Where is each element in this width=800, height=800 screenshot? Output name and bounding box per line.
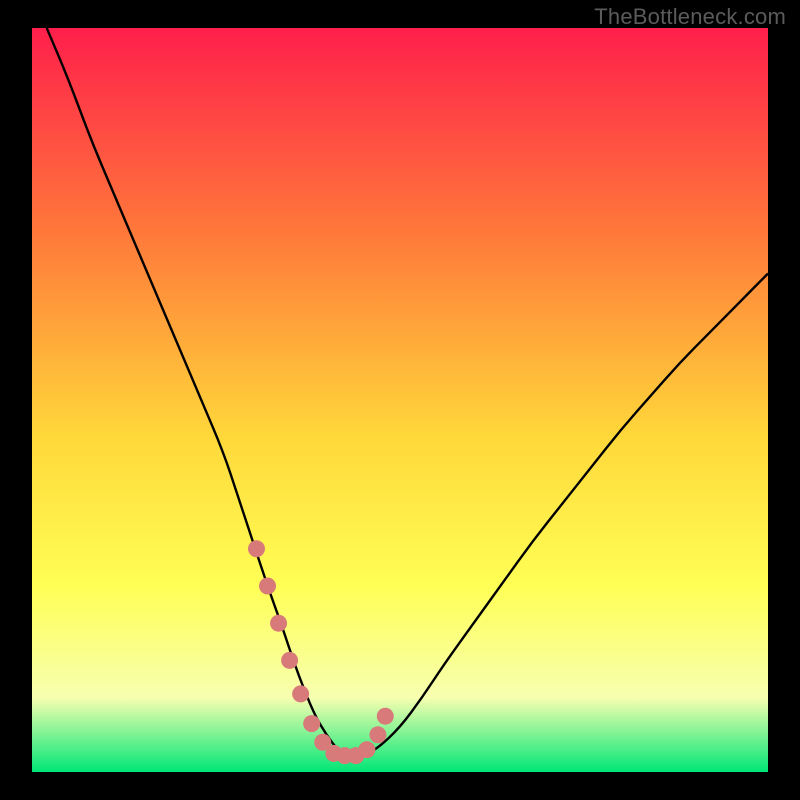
marker-dot [270,615,287,632]
chart-stage: TheBottleneck.com [0,0,800,800]
gradient-background [32,28,768,772]
marker-dot [369,726,386,743]
marker-dot [248,540,265,557]
bottleneck-chart [0,0,800,800]
marker-dot [259,578,276,595]
marker-dot [292,685,309,702]
marker-dot [377,708,394,725]
marker-dot [358,741,375,758]
marker-dot [303,715,320,732]
marker-dot [281,652,298,669]
